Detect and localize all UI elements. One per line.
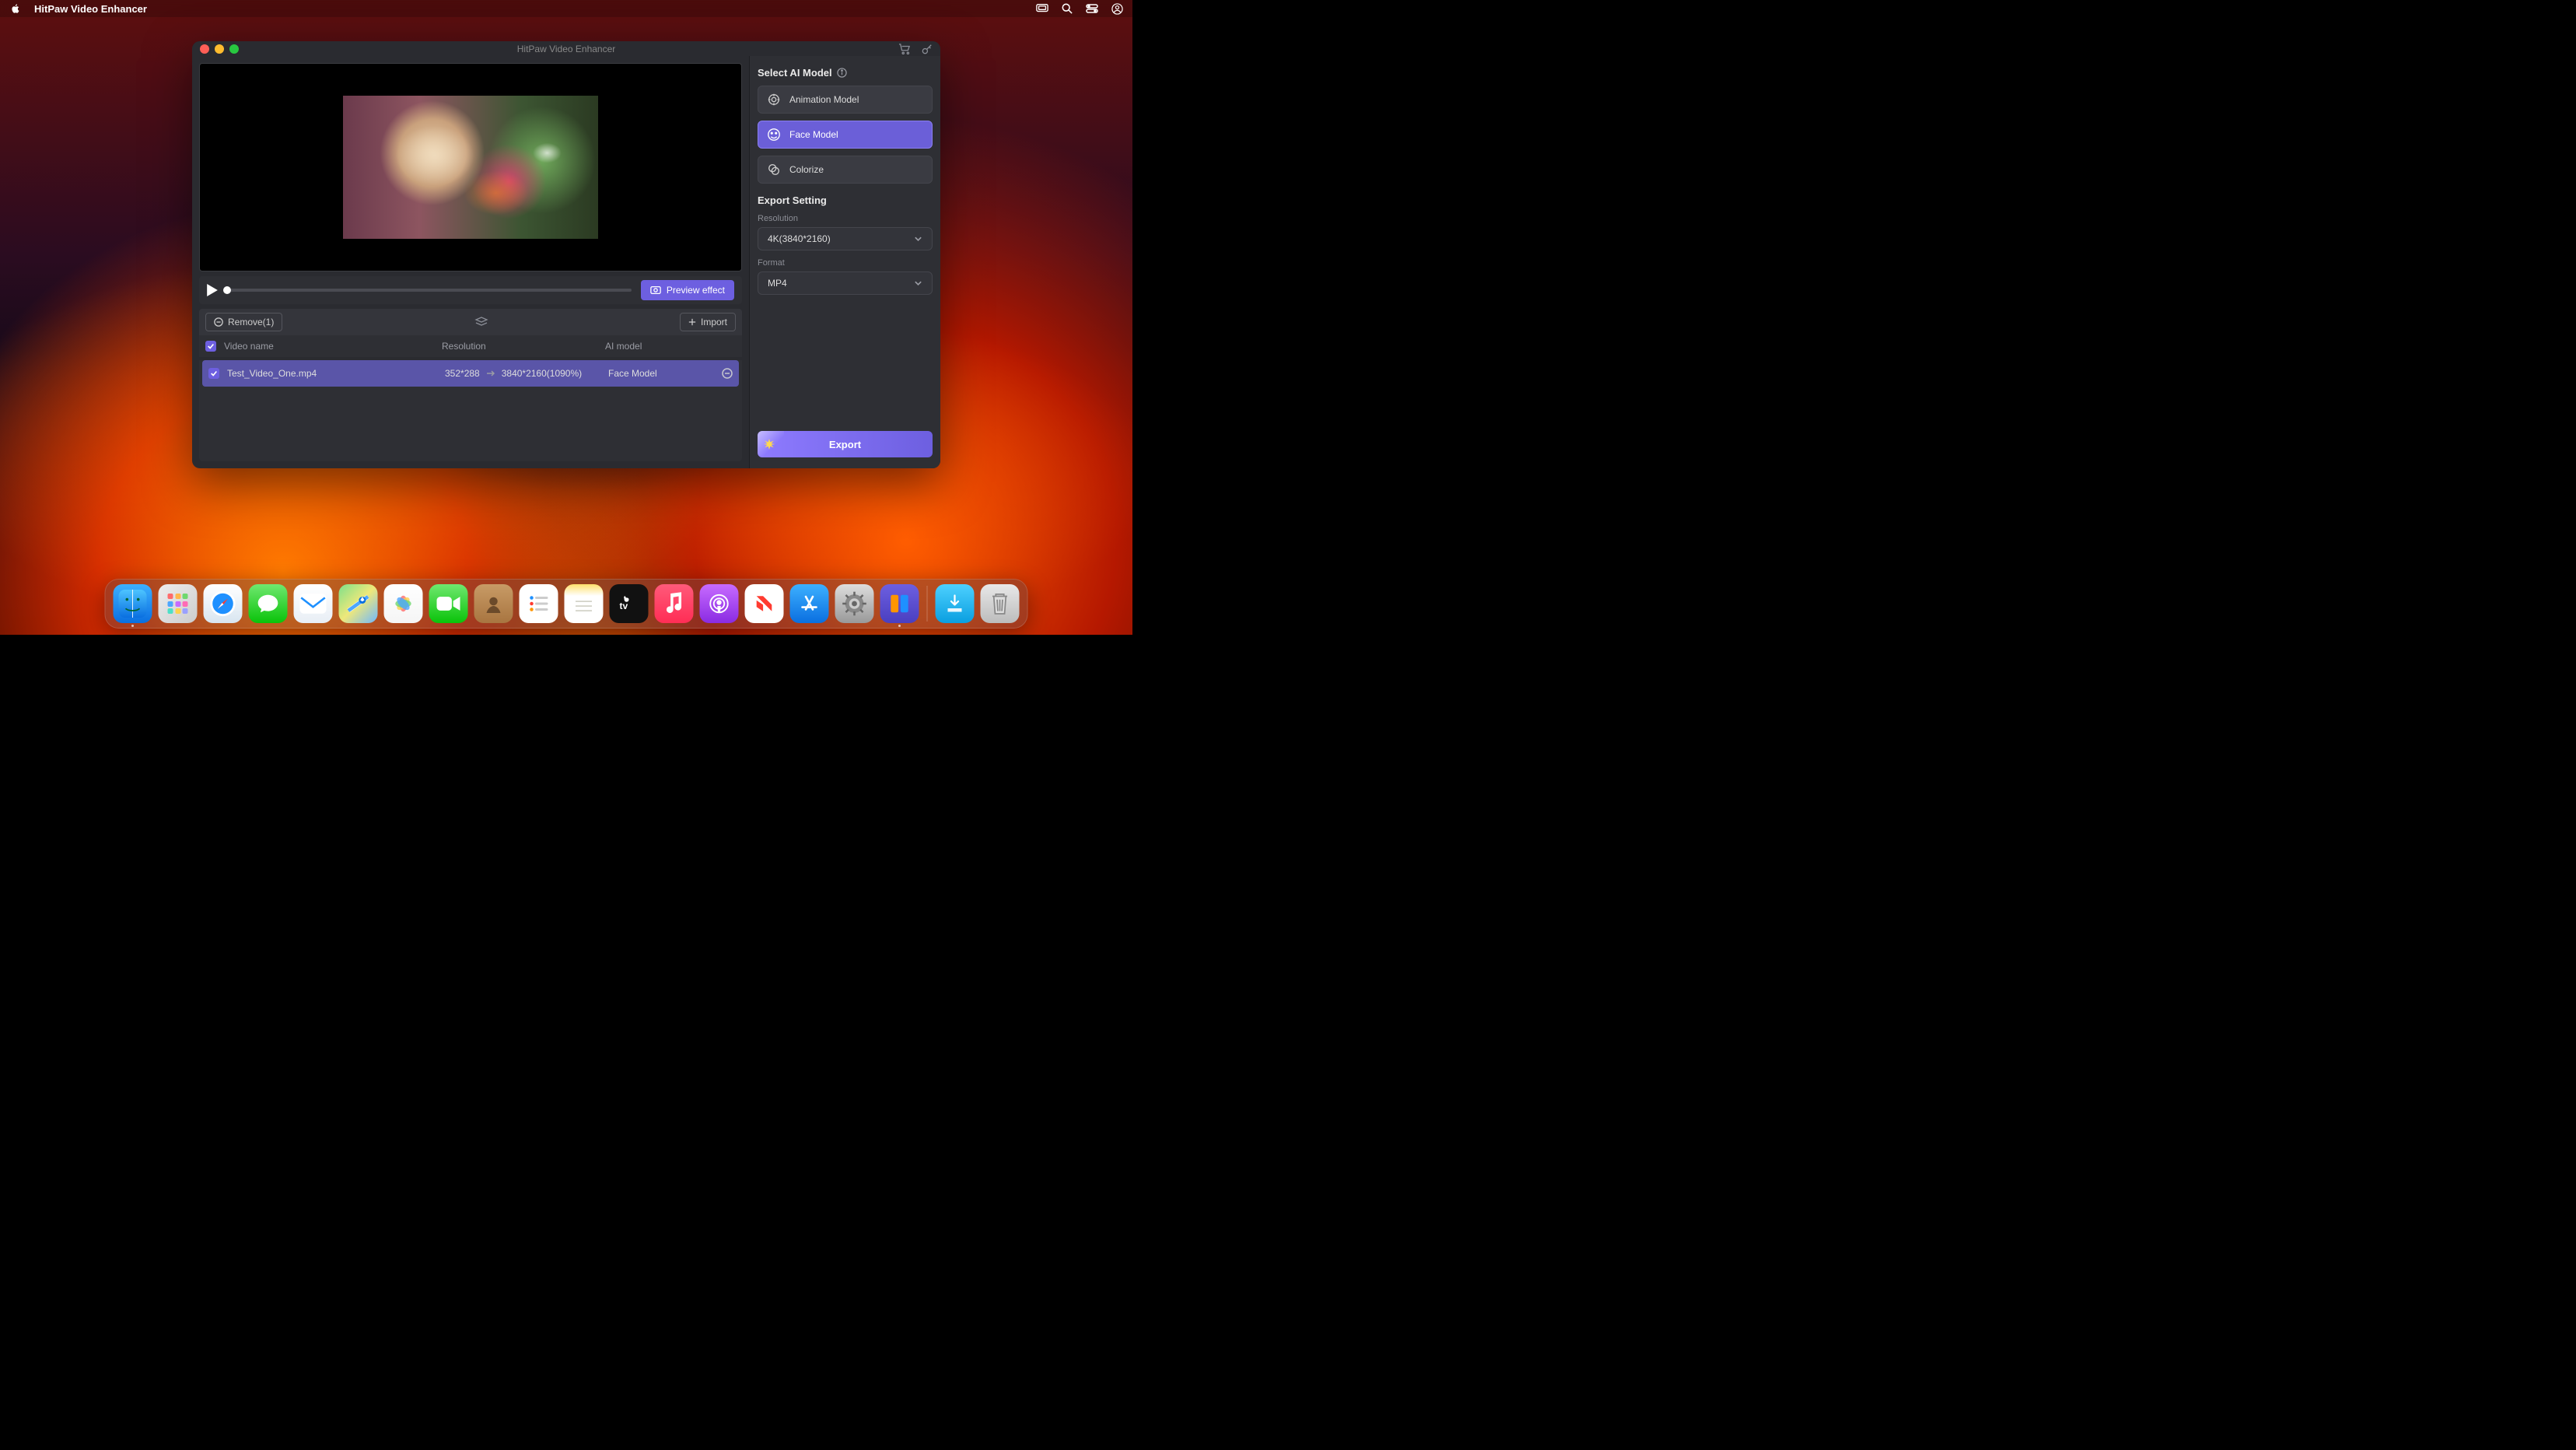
dock-separator	[927, 586, 928, 622]
export-button-label: Export	[829, 439, 861, 450]
screen-mirroring-icon[interactable]	[1036, 2, 1048, 15]
import-button[interactable]: Import	[680, 313, 736, 331]
dock: tv	[105, 579, 1028, 629]
model-animation-button[interactable]: Animation Model	[758, 86, 933, 114]
minus-circle-icon	[214, 317, 223, 327]
video-frame-thumbnail	[343, 96, 598, 239]
main-pane: Preview effect Remove(1) Import	[192, 56, 749, 468]
dock-app-reminders[interactable]	[520, 584, 558, 623]
dock-app-music[interactable]	[655, 584, 694, 623]
menubar-app-name[interactable]: HitPaw Video Enhancer	[34, 3, 147, 15]
format-select[interactable]: MP4	[758, 271, 933, 295]
dock-app-appstore[interactable]	[790, 584, 829, 623]
progress-knob[interactable]	[223, 286, 231, 294]
play-button[interactable]	[207, 284, 218, 296]
dock-app-finder[interactable]	[114, 584, 152, 623]
key-icon[interactable]	[922, 44, 933, 54]
select-model-header: Select AI Model	[758, 67, 933, 79]
column-header-name: Video name	[224, 341, 434, 352]
format-value: MP4	[768, 278, 787, 289]
export-setting-header: Export Setting	[758, 194, 933, 206]
app-window: HitPaw Video Enhancer Preview effect	[192, 41, 940, 468]
user-icon[interactable]	[1111, 2, 1123, 15]
window-traffic-lights[interactable]	[200, 44, 239, 54]
apple-menu-icon[interactable]	[9, 2, 22, 15]
dock-app-mail[interactable]	[294, 584, 333, 623]
info-icon[interactable]	[837, 68, 847, 78]
dock-trash[interactable]	[981, 584, 1020, 623]
dock-app-launchpad[interactable]	[159, 584, 198, 623]
dock-downloads[interactable]	[936, 584, 975, 623]
format-label: Format	[758, 258, 933, 268]
dock-app-tv[interactable]: tv	[610, 584, 649, 623]
row-source-resolution: 352*288	[445, 368, 480, 379]
file-row[interactable]: Test_Video_One.mp4 352*288 3840*2160(109…	[202, 360, 739, 387]
player-controls: Preview effect	[199, 276, 742, 304]
import-button-label: Import	[701, 317, 727, 327]
resolution-value: 4K(3840*2160)	[768, 233, 831, 244]
window-title: HitPaw Video Enhancer	[192, 44, 940, 54]
dock-app-photos[interactable]	[384, 584, 423, 623]
dock-app-messages[interactable]	[249, 584, 288, 623]
row-checkbox[interactable]	[208, 368, 219, 379]
plus-icon	[688, 318, 696, 326]
dock-app-safari[interactable]	[204, 584, 243, 623]
dock-app-facetime[interactable]	[429, 584, 468, 623]
minimize-window-button[interactable]	[215, 44, 224, 54]
dock-app-maps[interactable]	[339, 584, 378, 623]
colorize-model-icon	[766, 162, 782, 177]
viewfinder-icon	[650, 285, 661, 295]
remove-button[interactable]: Remove(1)	[205, 313, 282, 331]
svg-text:tv: tv	[620, 601, 628, 611]
dock-app-podcasts[interactable]	[700, 584, 739, 623]
model-face-button[interactable]: Face Model	[758, 121, 933, 149]
dock-app-contacts[interactable]	[474, 584, 513, 623]
row-target-resolution: 3840*2160(1090%)	[502, 368, 582, 379]
remove-button-label: Remove(1)	[228, 317, 274, 327]
dock-app-hitpaw[interactable]	[880, 584, 919, 623]
file-list-area: Remove(1) Import Video name Resolution A…	[199, 309, 742, 461]
preview-effect-button[interactable]: Preview effect	[641, 280, 734, 300]
spotlight-icon[interactable]	[1061, 2, 1073, 15]
cart-icon[interactable]	[898, 44, 911, 54]
model-colorize-button[interactable]: Colorize	[758, 156, 933, 184]
model-face-label: Face Model	[789, 129, 838, 140]
row-remove-button[interactable]	[722, 368, 733, 379]
select-all-checkbox[interactable]	[205, 341, 216, 352]
chevron-down-icon	[914, 280, 922, 286]
row-model: Face Model	[608, 368, 714, 379]
file-list-header: Video name Resolution AI model	[199, 335, 742, 357]
column-header-model: AI model	[605, 341, 736, 352]
close-window-button[interactable]	[200, 44, 209, 54]
progress-slider[interactable]	[227, 289, 632, 292]
control-center-icon[interactable]	[1086, 2, 1098, 15]
dock-app-settings[interactable]	[835, 584, 874, 623]
dock-app-notes[interactable]	[565, 584, 604, 623]
resolution-select[interactable]: 4K(3840*2160)	[758, 227, 933, 250]
column-header-resolution: Resolution	[442, 341, 597, 352]
window-titlebar[interactable]: HitPaw Video Enhancer	[192, 41, 940, 56]
file-list-toolbar: Remove(1) Import	[199, 309, 742, 335]
sparkle-icon	[764, 439, 775, 450]
video-preview	[199, 63, 742, 271]
preview-effect-label: Preview effect	[667, 285, 725, 296]
arrow-right-icon	[486, 370, 495, 377]
row-filename: Test_Video_One.mp4	[227, 368, 437, 379]
layers-icon[interactable]	[474, 317, 488, 327]
menubar: HitPaw Video Enhancer	[0, 0, 1132, 17]
chevron-down-icon	[914, 236, 922, 242]
model-animation-label: Animation Model	[789, 94, 859, 105]
export-button[interactable]: Export	[758, 431, 933, 457]
animation-model-icon	[766, 92, 782, 107]
model-colorize-label: Colorize	[789, 164, 824, 175]
file-list-body: Test_Video_One.mp4 352*288 3840*2160(109…	[199, 360, 742, 461]
side-panel: Select AI Model Animation Model Face Mod…	[749, 56, 940, 468]
zoom-window-button[interactable]	[229, 44, 239, 54]
resolution-label: Resolution	[758, 214, 933, 223]
face-model-icon	[766, 127, 782, 142]
dock-app-news[interactable]	[745, 584, 784, 623]
